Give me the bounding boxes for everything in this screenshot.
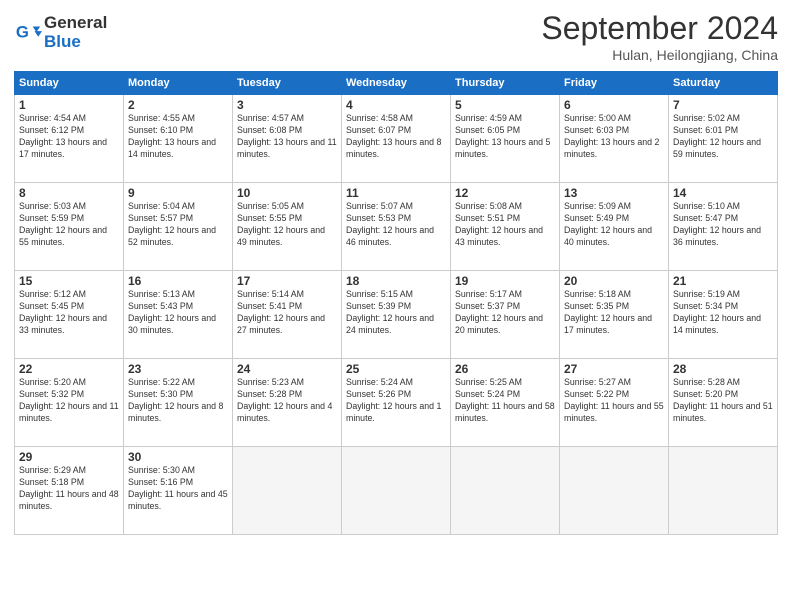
table-row: 17 Sunrise: 5:14 AMSunset: 5:41 PMDaylig… <box>233 271 342 359</box>
table-row: 16 Sunrise: 5:13 AMSunset: 5:43 PMDaylig… <box>124 271 233 359</box>
header-sunday: Sunday <box>15 72 124 95</box>
table-row-empty <box>560 447 669 535</box>
table-row: 7 Sunrise: 5:02 AMSunset: 6:01 PMDayligh… <box>669 95 778 183</box>
table-row-empty <box>233 447 342 535</box>
table-row: 2 Sunrise: 4:55 AMSunset: 6:10 PMDayligh… <box>124 95 233 183</box>
table-row: 4 Sunrise: 4:58 AMSunset: 6:07 PMDayligh… <box>342 95 451 183</box>
table-row: 28 Sunrise: 5:28 AMSunset: 5:20 PMDaylig… <box>669 359 778 447</box>
table-row: 21 Sunrise: 5:19 AMSunset: 5:34 PMDaylig… <box>669 271 778 359</box>
table-row: 29 Sunrise: 5:29 AMSunset: 5:18 PMDaylig… <box>15 447 124 535</box>
table-row: 23 Sunrise: 5:22 AMSunset: 5:30 PMDaylig… <box>124 359 233 447</box>
table-row: 14 Sunrise: 5:10 AMSunset: 5:47 PMDaylig… <box>669 183 778 271</box>
calendar-week-2: 8 Sunrise: 5:03 AMSunset: 5:59 PMDayligh… <box>15 183 778 271</box>
header-tuesday: Tuesday <box>233 72 342 95</box>
table-row-empty <box>451 447 560 535</box>
logo: G General Blue <box>14 14 107 51</box>
table-row: 6 Sunrise: 5:00 AMSunset: 6:03 PMDayligh… <box>560 95 669 183</box>
table-row: 22 Sunrise: 5:20 AMSunset: 5:32 PMDaylig… <box>15 359 124 447</box>
table-row: 10 Sunrise: 5:05 AMSunset: 5:55 PMDaylig… <box>233 183 342 271</box>
table-row: 30 Sunrise: 5:30 AMSunset: 5:16 PMDaylig… <box>124 447 233 535</box>
table-row: 9 Sunrise: 5:04 AMSunset: 5:57 PMDayligh… <box>124 183 233 271</box>
svg-text:G: G <box>16 22 29 41</box>
table-row: 12 Sunrise: 5:08 AMSunset: 5:51 PMDaylig… <box>451 183 560 271</box>
weekday-header-row: Sunday Monday Tuesday Wednesday Thursday… <box>15 72 778 95</box>
header-saturday: Saturday <box>669 72 778 95</box>
header-thursday: Thursday <box>451 72 560 95</box>
logo-blue-text: Blue <box>44 33 107 52</box>
header-monday: Monday <box>124 72 233 95</box>
table-row: 26 Sunrise: 5:25 AMSunset: 5:24 PMDaylig… <box>451 359 560 447</box>
table-row: 11 Sunrise: 5:07 AMSunset: 5:53 PMDaylig… <box>342 183 451 271</box>
table-row: 20 Sunrise: 5:18 AMSunset: 5:35 PMDaylig… <box>560 271 669 359</box>
table-row: 1 Sunrise: 4:54 AMSunset: 6:12 PMDayligh… <box>15 95 124 183</box>
table-row: 13 Sunrise: 5:09 AMSunset: 5:49 PMDaylig… <box>560 183 669 271</box>
page-header: G General Blue September 2024 Hulan, Hei… <box>14 10 778 63</box>
table-row: 15 Sunrise: 5:12 AMSunset: 5:45 PMDaylig… <box>15 271 124 359</box>
logo-general-text: General <box>44 14 107 33</box>
logo-icon: G <box>14 19 42 47</box>
calendar-table: Sunday Monday Tuesday Wednesday Thursday… <box>14 71 778 535</box>
table-row-empty <box>669 447 778 535</box>
calendar-week-1: 1 Sunrise: 4:54 AMSunset: 6:12 PMDayligh… <box>15 95 778 183</box>
calendar-week-5: 29 Sunrise: 5:29 AMSunset: 5:18 PMDaylig… <box>15 447 778 535</box>
table-row: 19 Sunrise: 5:17 AMSunset: 5:37 PMDaylig… <box>451 271 560 359</box>
calendar-week-3: 15 Sunrise: 5:12 AMSunset: 5:45 PMDaylig… <box>15 271 778 359</box>
table-row: 5 Sunrise: 4:59 AMSunset: 6:05 PMDayligh… <box>451 95 560 183</box>
table-row: 3 Sunrise: 4:57 AMSunset: 6:08 PMDayligh… <box>233 95 342 183</box>
month-title: September 2024 <box>541 10 778 47</box>
title-block: September 2024 Hulan, Heilongjiang, Chin… <box>541 10 778 63</box>
table-row-empty <box>342 447 451 535</box>
table-row: 27 Sunrise: 5:27 AMSunset: 5:22 PMDaylig… <box>560 359 669 447</box>
calendar-week-4: 22 Sunrise: 5:20 AMSunset: 5:32 PMDaylig… <box>15 359 778 447</box>
table-row: 25 Sunrise: 5:24 AMSunset: 5:26 PMDaylig… <box>342 359 451 447</box>
header-wednesday: Wednesday <box>342 72 451 95</box>
table-row: 24 Sunrise: 5:23 AMSunset: 5:28 PMDaylig… <box>233 359 342 447</box>
header-friday: Friday <box>560 72 669 95</box>
table-row: 18 Sunrise: 5:15 AMSunset: 5:39 PMDaylig… <box>342 271 451 359</box>
location-text: Hulan, Heilongjiang, China <box>541 47 778 63</box>
table-row: 8 Sunrise: 5:03 AMSunset: 5:59 PMDayligh… <box>15 183 124 271</box>
